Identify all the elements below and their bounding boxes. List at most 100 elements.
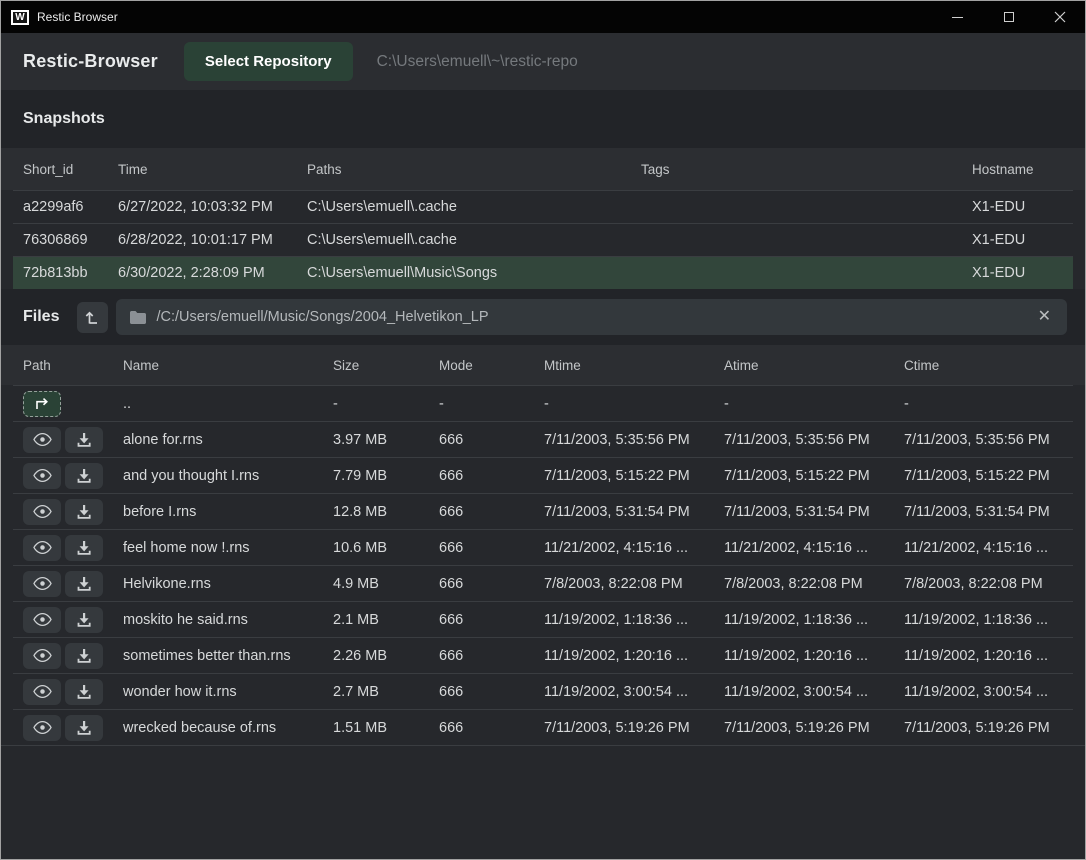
download-button[interactable] bbox=[65, 607, 103, 633]
col-size: Size bbox=[323, 358, 429, 373]
download-button[interactable] bbox=[65, 463, 103, 489]
maximize-button[interactable] bbox=[983, 1, 1034, 33]
file-row[interactable]: before I.rns 12.8 MB 666 7/11/2003, 5:31… bbox=[13, 493, 1073, 529]
file-ctime: 11/19/2002, 3:00:54 ... bbox=[894, 684, 1073, 700]
preview-button[interactable] bbox=[23, 463, 61, 489]
snapshot-paths: C:\Users\emuell\.cache bbox=[297, 232, 631, 248]
app-window: W Restic Browser Restic-Browser Select R… bbox=[0, 0, 1086, 860]
folder-icon bbox=[130, 311, 146, 324]
file-row[interactable]: wonder how it.rns 2.7 MB 666 11/19/2002,… bbox=[13, 673, 1073, 709]
file-row[interactable]: sometimes better than.rns 2.26 MB 666 11… bbox=[13, 637, 1073, 673]
file-atime: 11/19/2002, 3:00:54 ... bbox=[714, 684, 894, 700]
preview-button[interactable] bbox=[23, 643, 61, 669]
file-size: 3.97 MB bbox=[323, 432, 429, 448]
empty-area bbox=[1, 746, 1085, 859]
file-mtime: 7/11/2003, 5:15:22 PM bbox=[534, 468, 714, 484]
col-paths: Paths bbox=[297, 162, 631, 177]
parent-ctime: - bbox=[894, 396, 1073, 412]
file-ctime: 11/21/2002, 4:15:16 ... bbox=[894, 540, 1073, 556]
file-row[interactable]: Helvikone.rns 4.9 MB 666 7/8/2003, 8:22:… bbox=[13, 565, 1073, 601]
snapshot-hostname: X1-EDU bbox=[962, 199, 1073, 215]
preview-button[interactable] bbox=[23, 535, 61, 561]
select-repository-button[interactable]: Select Repository bbox=[184, 42, 353, 81]
download-button[interactable] bbox=[65, 643, 103, 669]
file-row[interactable]: feel home now !.rns 10.6 MB 666 11/21/20… bbox=[13, 529, 1073, 565]
download-button[interactable] bbox=[65, 679, 103, 705]
snapshot-row[interactable]: 76306869 6/28/2022, 10:01:17 PM C:\Users… bbox=[13, 223, 1073, 256]
file-row[interactable]: moskito he said.rns 2.1 MB 666 11/19/200… bbox=[13, 601, 1073, 637]
file-size: 12.8 MB bbox=[323, 504, 429, 520]
file-mode: 666 bbox=[429, 540, 534, 556]
eye-icon bbox=[33, 468, 52, 483]
file-atime: 11/19/2002, 1:20:16 ... bbox=[714, 648, 894, 664]
app-name: Restic-Browser bbox=[23, 51, 158, 72]
file-atime: 7/11/2003, 5:15:22 PM bbox=[714, 468, 894, 484]
snapshots-section-header: Snapshots bbox=[1, 90, 1085, 148]
file-atime: 11/21/2002, 4:15:16 ... bbox=[714, 540, 894, 556]
minimize-button[interactable] bbox=[932, 1, 983, 33]
maximize-icon bbox=[1004, 12, 1014, 22]
preview-button[interactable] bbox=[23, 499, 61, 525]
download-button[interactable] bbox=[65, 499, 103, 525]
app-icon: W bbox=[11, 10, 29, 25]
file-row[interactable]: wrecked because of.rns 1.51 MB 666 7/11/… bbox=[13, 709, 1073, 745]
parent-directory-row[interactable]: .. - - - - - bbox=[13, 385, 1073, 421]
file-name: wonder how it.rns bbox=[113, 684, 323, 700]
snapshot-paths: C:\Users\emuell\Music\Songs bbox=[297, 265, 631, 281]
snapshot-paths: C:\Users\emuell\.cache bbox=[297, 199, 631, 215]
header-bar: Restic-Browser Select Repository C:\User… bbox=[1, 33, 1085, 90]
snapshots-table-body: a2299af6 6/27/2022, 10:03:32 PM C:\Users… bbox=[1, 190, 1085, 289]
file-size: 7.79 MB bbox=[323, 468, 429, 484]
parent-mtime: - bbox=[534, 396, 714, 412]
go-up-button[interactable] bbox=[23, 391, 61, 417]
download-icon bbox=[76, 432, 92, 448]
file-atime: 7/11/2003, 5:19:26 PM bbox=[714, 720, 894, 736]
file-atime: 7/8/2003, 8:22:08 PM bbox=[714, 576, 894, 592]
file-ctime: 7/11/2003, 5:31:54 PM bbox=[894, 504, 1073, 520]
file-row[interactable]: alone for.rns 3.97 MB 666 7/11/2003, 5:3… bbox=[13, 421, 1073, 457]
snapshot-short-id: 76306869 bbox=[13, 232, 108, 248]
file-size: 2.7 MB bbox=[323, 684, 429, 700]
col-ctime: Ctime bbox=[894, 358, 1073, 373]
preview-button[interactable] bbox=[23, 679, 61, 705]
download-button[interactable] bbox=[65, 571, 103, 597]
file-mtime: 7/11/2003, 5:19:26 PM bbox=[534, 720, 714, 736]
file-path-text: /C:/Users/emuell/Music/Songs/2004_Helvet… bbox=[156, 309, 488, 325]
file-mode: 666 bbox=[429, 504, 534, 520]
snapshot-row[interactable]: 72b813bb 6/30/2022, 2:28:09 PM C:\Users\… bbox=[13, 256, 1073, 289]
file-mtime: 11/19/2002, 1:18:36 ... bbox=[534, 612, 714, 628]
file-mtime: 11/19/2002, 3:00:54 ... bbox=[534, 684, 714, 700]
preview-button[interactable] bbox=[23, 607, 61, 633]
parent-name: .. bbox=[113, 396, 323, 412]
download-icon bbox=[76, 612, 92, 628]
file-size: 2.1 MB bbox=[323, 612, 429, 628]
level-up-button[interactable] bbox=[77, 302, 108, 333]
eye-icon bbox=[33, 504, 52, 519]
preview-button[interactable] bbox=[23, 571, 61, 597]
clear-path-button[interactable]: ✕ bbox=[1036, 309, 1053, 325]
snapshot-row[interactable]: a2299af6 6/27/2022, 10:03:32 PM C:\Users… bbox=[13, 190, 1073, 223]
download-button[interactable] bbox=[65, 427, 103, 453]
snapshots-title: Snapshots bbox=[23, 110, 105, 128]
level-up-icon bbox=[85, 310, 100, 325]
file-row[interactable]: and you thought I.rns 7.79 MB 666 7/11/2… bbox=[13, 457, 1073, 493]
download-icon bbox=[76, 504, 92, 520]
file-mode: 666 bbox=[429, 432, 534, 448]
preview-button[interactable] bbox=[23, 715, 61, 741]
file-path-input[interactable]: /C:/Users/emuell/Music/Songs/2004_Helvet… bbox=[116, 299, 1067, 335]
snapshot-short-id: a2299af6 bbox=[13, 199, 108, 215]
preview-button[interactable] bbox=[23, 427, 61, 453]
file-name: before I.rns bbox=[113, 504, 323, 520]
file-size: 2.26 MB bbox=[323, 648, 429, 664]
file-mode: 666 bbox=[429, 684, 534, 700]
download-button[interactable] bbox=[65, 535, 103, 561]
file-name: feel home now !.rns bbox=[113, 540, 323, 556]
parent-size: - bbox=[323, 396, 429, 412]
col-mode: Mode bbox=[429, 358, 534, 373]
close-button[interactable] bbox=[1034, 1, 1085, 33]
col-path: Path bbox=[13, 358, 113, 373]
eye-icon bbox=[33, 540, 52, 555]
download-button[interactable] bbox=[65, 715, 103, 741]
file-mode: 666 bbox=[429, 612, 534, 628]
col-short-id: Short_id bbox=[13, 162, 108, 177]
